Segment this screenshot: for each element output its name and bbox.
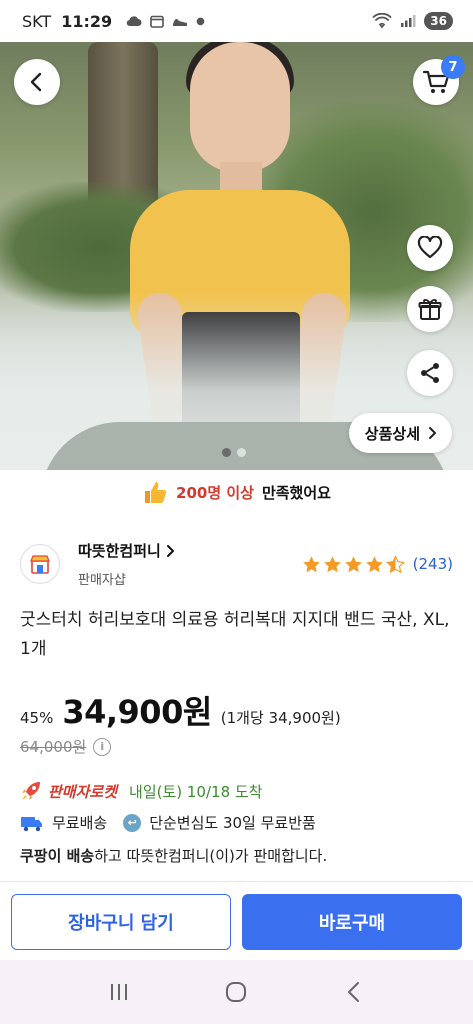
chevron-left-icon: [30, 72, 42, 92]
price-row: 45% 34,900원 (1개당 34,900원): [20, 687, 341, 731]
satisfaction-text: 만족했어요: [261, 483, 331, 502]
carousel-dot[interactable]: [222, 448, 231, 457]
star-icon: [344, 555, 362, 572]
status-bar: SKT 11:29 ● 36: [0, 0, 473, 42]
product-detail-button[interactable]: 상품상세: [348, 413, 452, 453]
home-button[interactable]: [216, 972, 256, 1012]
carousel-dot[interactable]: [237, 448, 246, 457]
star-icon: [323, 555, 341, 572]
rating-count[interactable]: (243): [413, 555, 453, 573]
chevron-right-icon: [166, 544, 174, 557]
return-icon: ↩: [123, 813, 142, 832]
product-title: 굿스터치 허리보호대 의료용 허리복대 지지대 밴드 국산, XL, 1개: [20, 610, 450, 659]
product-image-carousel[interactable]: 7 상품상세: [0, 42, 473, 470]
seller-note: 쿠팡이 배송하고 따뜻한컴퍼니(이)가 판매합니다.: [20, 845, 327, 866]
product-detail-label: 상품상세: [364, 424, 420, 443]
truck-icon: [21, 816, 42, 831]
gift-button[interactable]: [407, 286, 453, 332]
home-icon: [226, 982, 247, 1002]
rocket-icon: [22, 782, 40, 800]
photo-model: [190, 42, 290, 172]
star-icon: [365, 555, 383, 572]
seller-subtitle: 판매자샵: [78, 573, 126, 588]
share-button[interactable]: [407, 350, 453, 396]
star-icon: [302, 555, 320, 572]
back-button[interactable]: [14, 59, 60, 105]
cart-button[interactable]: 7: [413, 55, 465, 105]
original-price: 64,000원: [20, 738, 87, 756]
back-nav-icon: [348, 982, 360, 1002]
satisfaction-banner: 200명 이상 만족했어요: [0, 472, 473, 512]
seller-rocket-badge: 판매자로켓: [48, 782, 118, 801]
cloud-icon: [126, 16, 142, 27]
return-policy-label: 단순변심도 30일 무료반품: [149, 814, 316, 832]
wishlist-button[interactable]: [407, 225, 453, 271]
shoe-icon: [173, 19, 188, 26]
seller-avatar[interactable]: [20, 544, 60, 584]
sale-price: 34,900원: [62, 693, 212, 731]
chevron-right-icon: [429, 427, 436, 439]
seller-note-bold: 쿠팡이 배송: [20, 847, 95, 865]
info-icon[interactable]: i: [93, 737, 112, 756]
recent-apps-icon: [110, 984, 127, 1000]
carrier-label: SKT: [22, 11, 52, 31]
satisfaction-count: 200명 이상: [176, 483, 254, 502]
seller-name[interactable]: 따뜻한컴퍼니: [78, 540, 161, 561]
back-nav-button[interactable]: [334, 972, 374, 1012]
delivery-date: 내일(토) 10/18 도착: [129, 782, 263, 801]
unit-price: (1개당 34,900원): [220, 709, 341, 727]
wifi-icon: [372, 13, 392, 29]
free-shipping-label: 무료배송: [52, 814, 108, 832]
calendar-icon: [150, 15, 164, 28]
clock: 11:29: [61, 11, 113, 31]
notification-dot-icon: ●: [196, 15, 205, 27]
rating[interactable]: (243): [302, 554, 453, 574]
recent-apps-button[interactable]: [99, 972, 139, 1012]
gift-icon: [418, 299, 442, 320]
shipping-row: 무료배송 ↩ 단순변심도 30일 무료반품: [20, 812, 316, 833]
heart-icon: [417, 236, 443, 259]
system-nav-bar: [0, 960, 473, 1024]
seller-note-text: 하고 따뜻한컴퍼니(이)가 판매합니다.: [94, 847, 328, 865]
battery-indicator: 36: [424, 12, 453, 30]
cart-count-badge: 7: [441, 55, 465, 79]
add-to-cart-button[interactable]: 장바구니 담기: [11, 894, 231, 950]
thumbs-up-icon: [145, 482, 167, 503]
store-icon: [30, 555, 50, 574]
original-price-row: 64,000원 i: [20, 736, 112, 757]
share-icon: [421, 363, 439, 383]
discount-rate: 45%: [20, 709, 54, 727]
half-star-icon: [385, 554, 405, 573]
delivery-row: 판매자로켓 내일(토) 10/18 도착: [20, 780, 262, 802]
divider: [0, 881, 473, 882]
signal-icon: [401, 15, 416, 27]
seller-row[interactable]: 따뜻한컴퍼니 판매자샵 (243): [20, 537, 453, 591]
carousel-dots: [222, 448, 246, 457]
buy-now-button[interactable]: 바로구매: [242, 894, 462, 950]
